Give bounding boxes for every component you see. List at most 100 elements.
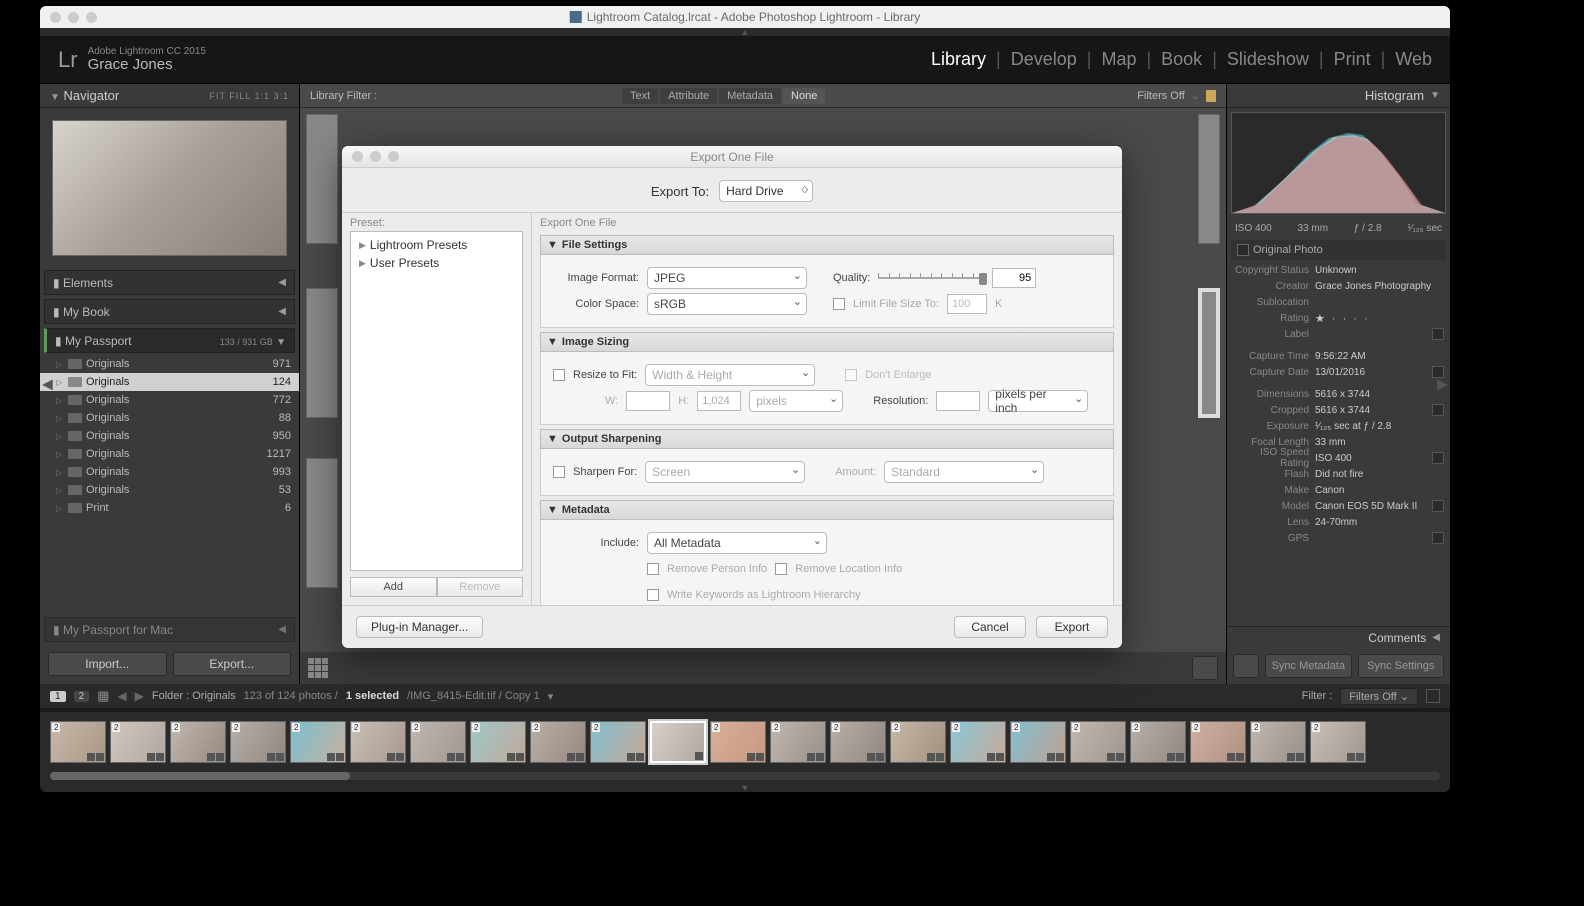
filmstrip-thumb[interactable]: 2 bbox=[770, 721, 826, 763]
volume-mybook[interactable]: ▮ My Book ◀ bbox=[44, 299, 295, 324]
filmstrip-thumb[interactable]: 2 bbox=[470, 721, 526, 763]
cancel-button[interactable]: Cancel bbox=[954, 616, 1026, 638]
filmstrip-thumb[interactable]: 2 bbox=[1190, 721, 1246, 763]
navigator-header[interactable]: ▼ Navigator FIT FILL 1:1 3:1 bbox=[40, 84, 299, 108]
section-file-settings-header[interactable]: ▼File Settings bbox=[540, 235, 1114, 255]
filmstrip-thumb[interactable]: 2 bbox=[350, 721, 406, 763]
filmstrip-thumb[interactable]: 2 bbox=[830, 721, 886, 763]
limit-filesize-input[interactable] bbox=[947, 294, 987, 314]
folder-row-selected[interactable]: ▷Originals124 bbox=[40, 373, 299, 391]
filmstrip-thumb-selected[interactable] bbox=[650, 721, 706, 763]
zoom-window-button[interactable] bbox=[86, 12, 97, 23]
module-book[interactable]: Book bbox=[1161, 49, 1202, 70]
folder-row[interactable]: ▷Originals53 bbox=[40, 481, 299, 499]
lock-icon[interactable] bbox=[1206, 90, 1216, 102]
filmstrip-thumb[interactable]: 2 bbox=[170, 721, 226, 763]
quality-slider[interactable] bbox=[878, 273, 984, 283]
filmstrip-thumb[interactable]: 2 bbox=[590, 721, 646, 763]
sharpen-amount-select[interactable]: Standard bbox=[884, 461, 1044, 483]
filmstrip-thumb[interactable]: 2 bbox=[890, 721, 946, 763]
nav-back-icon[interactable]: ◀ bbox=[117, 689, 126, 703]
color-space-select[interactable]: sRGB bbox=[647, 293, 807, 315]
grid-mode-icon[interactable]: ▦ bbox=[97, 688, 109, 704]
folder-row[interactable]: ▷Originals993 bbox=[40, 463, 299, 481]
folder-row[interactable]: ▷Originals88 bbox=[40, 409, 299, 427]
bottom-panel-toggle[interactable]: ▼ bbox=[40, 784, 1450, 792]
filter-tab-none[interactable]: None bbox=[783, 88, 825, 104]
top-panel-toggle[interactable]: ▲ bbox=[40, 28, 1450, 36]
dont-enlarge-checkbox[interactable] bbox=[845, 369, 857, 381]
resolution-unit-select[interactable]: pixels per inch bbox=[988, 390, 1088, 412]
module-develop[interactable]: Develop bbox=[1011, 49, 1077, 70]
height-input[interactable] bbox=[697, 391, 741, 411]
window-1-badge[interactable]: 1 bbox=[50, 691, 66, 702]
sharpen-for-select[interactable]: Screen bbox=[645, 461, 805, 483]
include-select[interactable]: All Metadata bbox=[647, 532, 827, 554]
grid-view-icon[interactable] bbox=[308, 658, 328, 678]
volume-mypassport[interactable]: ▮ My Passport 133 / 931 GB ▼ bbox=[44, 328, 295, 353]
nav-forward-icon[interactable]: ▶ bbox=[135, 689, 144, 703]
module-print[interactable]: Print bbox=[1334, 49, 1371, 70]
filter-switch[interactable] bbox=[1426, 689, 1440, 703]
preset-lightroom[interactable]: ▶Lightroom Presets bbox=[351, 236, 522, 254]
filter-tab-attribute[interactable]: Attribute bbox=[660, 88, 717, 104]
write-keywords-checkbox[interactable] bbox=[647, 589, 659, 601]
module-map[interactable]: Map bbox=[1101, 49, 1136, 70]
resize-select[interactable]: Width & Height bbox=[645, 364, 815, 386]
folder-row[interactable]: ▷Originals971 bbox=[40, 355, 299, 373]
plugin-manager-button[interactable]: Plug-in Manager... bbox=[356, 616, 483, 638]
filmstrip[interactable]: 2 2 2 2 2 2 2 2 2 2 2 2 2 2 2 2 2 2 2 2 … bbox=[40, 708, 1450, 772]
filmstrip-thumb[interactable]: 2 bbox=[110, 721, 166, 763]
folder-row[interactable]: ▷Originals950 bbox=[40, 427, 299, 445]
filmstrip-thumb[interactable]: 2 bbox=[230, 721, 286, 763]
filmstrip-thumb[interactable]: 2 bbox=[1250, 721, 1306, 763]
quality-input[interactable] bbox=[992, 268, 1036, 288]
unit-select[interactable]: pixels bbox=[749, 390, 843, 412]
sync-prev-button[interactable] bbox=[1233, 654, 1259, 678]
filmstrip-thumb[interactable]: 2 bbox=[1070, 721, 1126, 763]
add-preset-button[interactable]: Add bbox=[350, 577, 437, 597]
folder-row[interactable]: ▷Originals1217 bbox=[40, 445, 299, 463]
sync-metadata-button[interactable]: Sync Metadata bbox=[1265, 654, 1352, 678]
filmstrip-thumb[interactable]: 2 bbox=[710, 721, 766, 763]
section-sharpening-header[interactable]: ▼Output Sharpening bbox=[540, 429, 1114, 449]
filmstrip-thumb[interactable]: 2 bbox=[1310, 721, 1366, 763]
export-button[interactable]: Export... bbox=[173, 652, 292, 676]
folder-row[interactable]: ▷Originals772 bbox=[40, 391, 299, 409]
remove-preset-button[interactable]: Remove bbox=[437, 577, 524, 597]
filter-dropdown[interactable]: Filters Off ⌄ bbox=[1340, 688, 1418, 705]
import-button[interactable]: Import... bbox=[48, 652, 167, 676]
settings-scroll[interactable]: ▼File Settings Image Format: JPEG Qualit… bbox=[532, 231, 1122, 605]
filters-off-label[interactable]: Filters Off bbox=[1137, 90, 1184, 102]
preset-user[interactable]: ▶User Presets bbox=[351, 254, 522, 272]
minimize-window-button[interactable] bbox=[68, 12, 79, 23]
image-format-select[interactable]: JPEG bbox=[647, 267, 807, 289]
volume-mypassport-mac[interactable]: ▮ My Passport for Mac ◀ bbox=[44, 617, 295, 642]
original-photo-checkbox[interactable]: Original Photo bbox=[1231, 240, 1446, 260]
remove-person-checkbox[interactable] bbox=[647, 563, 659, 575]
navigator-zoom-options[interactable]: FIT FILL 1:1 3:1 bbox=[209, 91, 289, 101]
sync-settings-button[interactable]: Sync Settings bbox=[1358, 654, 1445, 678]
filter-tab-text[interactable]: Text bbox=[622, 88, 658, 104]
dialog-close-button[interactable] bbox=[352, 151, 363, 162]
sharpen-checkbox[interactable] bbox=[553, 466, 565, 478]
module-library[interactable]: Library bbox=[931, 49, 986, 70]
filmstrip-thumb[interactable]: 2 bbox=[1130, 721, 1186, 763]
section-image-sizing-header[interactable]: ▼Image Sizing bbox=[540, 332, 1114, 352]
grid-option-button[interactable] bbox=[1192, 656, 1218, 680]
filmstrip-thumb[interactable]: 2 bbox=[410, 721, 466, 763]
module-slideshow[interactable]: Slideshow bbox=[1227, 49, 1309, 70]
right-panel-toggle[interactable]: ▶ bbox=[1437, 376, 1448, 393]
filmstrip-thumb[interactable]: 2 bbox=[290, 721, 346, 763]
preset-list[interactable]: ▶Lightroom Presets ▶User Presets bbox=[350, 231, 523, 571]
dialog-minimize-button[interactable] bbox=[370, 151, 381, 162]
volume-elements[interactable]: ▮ Elements ◀ bbox=[44, 270, 295, 295]
width-input[interactable] bbox=[626, 391, 670, 411]
resize-checkbox[interactable] bbox=[553, 369, 565, 381]
histogram-header[interactable]: Histogram ▼ bbox=[1227, 84, 1450, 108]
filmstrip-thumb[interactable]: 2 bbox=[950, 721, 1006, 763]
export-confirm-button[interactable]: Export bbox=[1036, 616, 1108, 638]
filter-tab-metadata[interactable]: Metadata bbox=[719, 88, 781, 104]
filmstrip-thumb[interactable]: 2 bbox=[1010, 721, 1066, 763]
breadcrumb-path[interactable]: Folder : Originals bbox=[152, 690, 236, 702]
